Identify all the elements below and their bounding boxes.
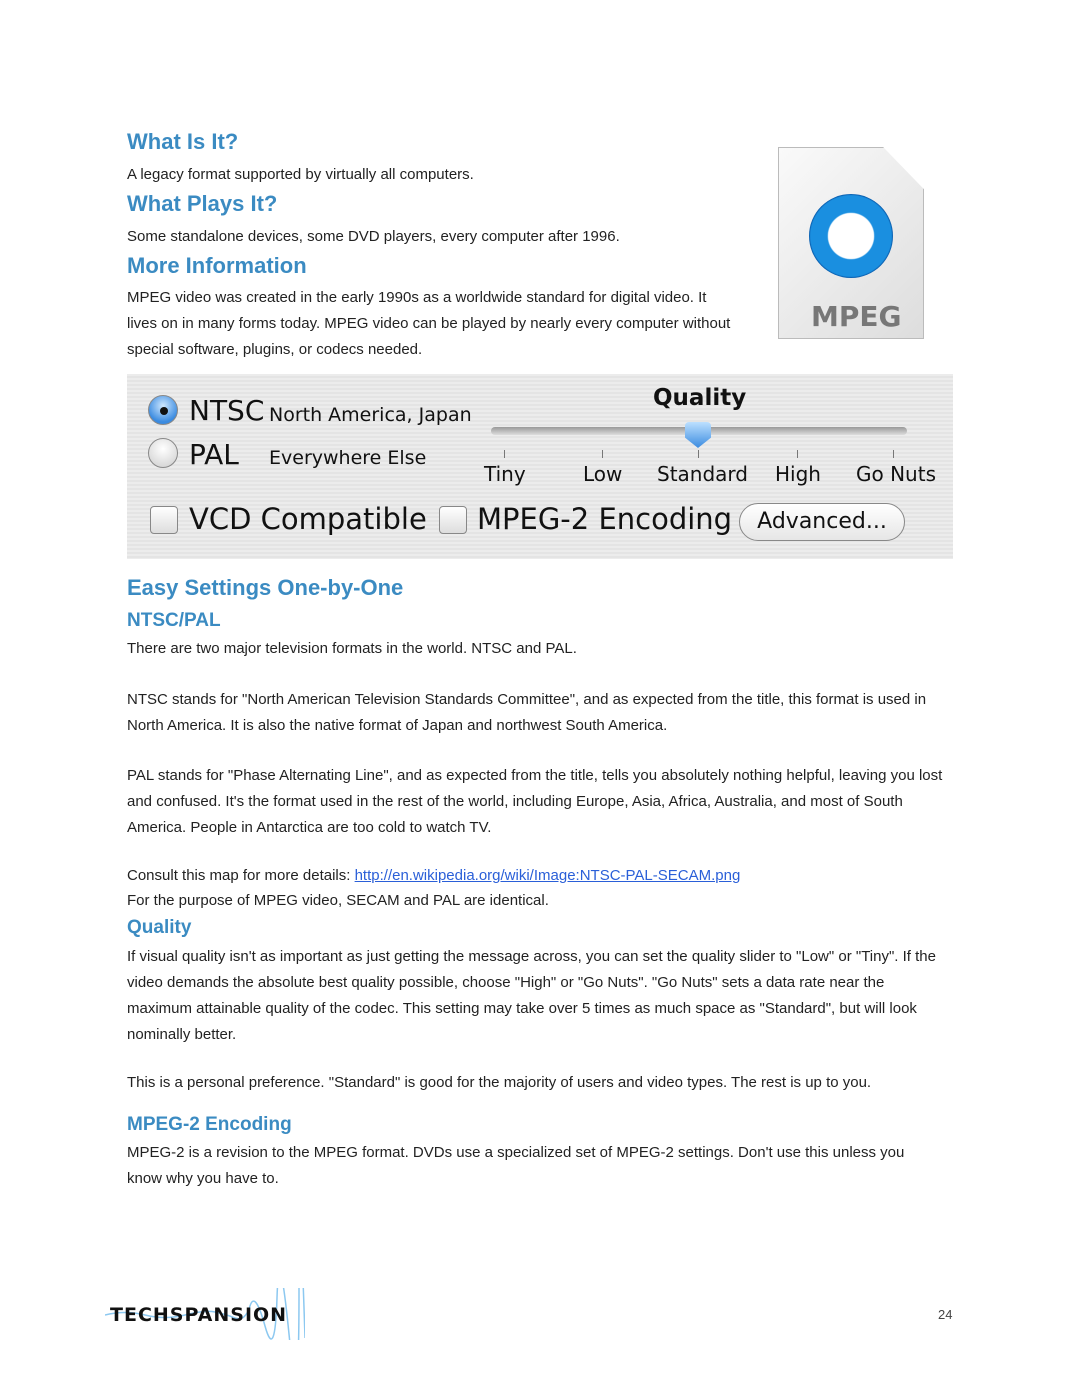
ntsc-pal-text-1: There are two major television formats i… (127, 640, 577, 657)
pal-label: PAL (189, 438, 239, 471)
ntsc-pal-text-2: NTSC stands for "North American Televisi… (127, 691, 927, 734)
advanced-button[interactable]: Advanced... (739, 503, 905, 541)
quality-tiny[interactable]: Tiny (484, 462, 526, 486)
what-is-it-text: A legacy format supported by virtually a… (127, 166, 474, 183)
heading-what-is-it: What Is It? (127, 129, 239, 154)
tick (602, 450, 603, 458)
vcd-label: VCD Compatible (189, 502, 427, 536)
map-link[interactable]: http://en.wikipedia.org/wiki/Image:NTSC-… (355, 867, 741, 884)
heading-mpeg2: MPEG-2 Encoding (127, 1114, 292, 1135)
file-icon-label: MPEG (811, 300, 902, 333)
heading-more-information: More Information (127, 253, 307, 278)
quality-go-nuts[interactable]: Go Nuts (856, 462, 936, 486)
pal-desc: Everywhere Else (269, 447, 427, 469)
what-plays-it-text: Some standalone devices, some DVD player… (127, 228, 620, 245)
map-text: Consult this map for more details: http:… (127, 863, 957, 889)
quality-title: Quality (653, 385, 747, 411)
tick (504, 450, 505, 458)
heading-easy-settings: Easy Settings One-by-One (127, 575, 404, 600)
quicktime-logo-icon (809, 194, 893, 278)
heading-ntsc-pal: NTSC/PAL (127, 610, 221, 631)
more-information-text: MPEG video was created in the early 1990… (127, 289, 731, 358)
ntsc-radio[interactable] (148, 395, 178, 425)
tick (797, 450, 798, 458)
pal-radio[interactable] (148, 438, 178, 468)
quality-low[interactable]: Low (583, 462, 622, 486)
export-settings-panel: NTSC North America, Japan PAL Everywhere… (127, 374, 953, 559)
map-prefix: Consult this map for more details: (127, 867, 355, 884)
mpeg2-checkbox[interactable] (439, 506, 467, 534)
tick (698, 450, 699, 458)
tick (893, 450, 894, 458)
quality-standard[interactable]: Standard (657, 462, 748, 486)
quality-high[interactable]: High (775, 462, 821, 486)
quality-text-2: This is a personal preference. "Standard… (127, 1074, 872, 1091)
mpeg2-label: MPEG-2 Encoding (477, 502, 733, 536)
secam-text: For the purpose of MPEG video, SECAM and… (127, 892, 549, 909)
ntsc-pal-text-3: PAL stands for "Phase Alternating Line",… (127, 767, 943, 836)
quality-text-1: If visual quality isn't as important as … (127, 948, 936, 1043)
page-number: 24 (938, 1307, 953, 1322)
vcd-checkbox[interactable] (150, 506, 178, 534)
heading-quality: Quality (127, 917, 192, 938)
logo-text: TECHSPANSION (110, 1304, 288, 1326)
ntsc-desc: North America, Japan (269, 404, 472, 426)
quality-slider-thumb[interactable] (685, 422, 711, 448)
mpeg-file-icon: MPEG (778, 147, 924, 339)
techspansion-logo: TECHSPANSION (104, 1230, 306, 1377)
heading-what-plays-it: What Plays It? (127, 191, 278, 216)
ntsc-label: NTSC (189, 394, 265, 427)
mpeg2-text: MPEG-2 is a revision to the MPEG format.… (127, 1144, 905, 1187)
